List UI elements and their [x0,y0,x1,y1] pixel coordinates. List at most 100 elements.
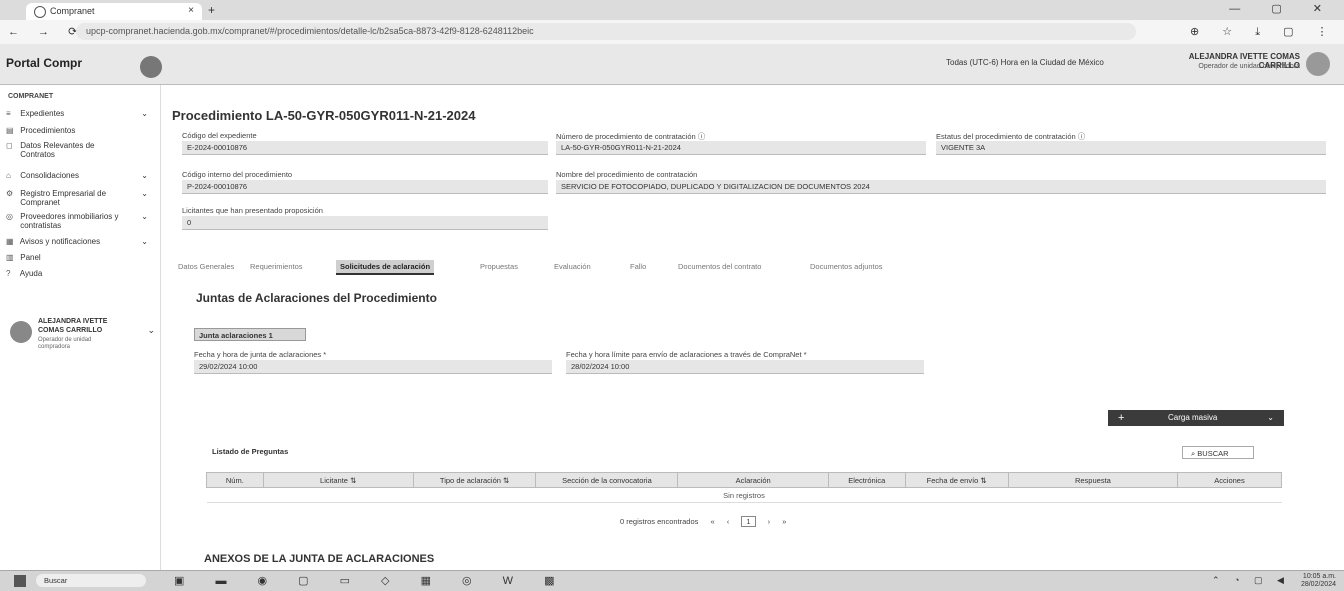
column-header-seccion: Sección de la convocatoria [535,472,679,488]
section-title: Juntas de Aclaraciones del Procedimiento [196,291,437,305]
sidebar-item-procedimientos[interactable]: ▤ Procedimientos [6,126,154,135]
page-title: Procedimiento LA-50-GYR-050GYR011-N-21-2… [172,108,476,123]
carga-masiva-button[interactable]: + Carga masiva ⌄ [1108,410,1284,426]
fecha-junta-label: Fecha y hora de junta de aclaraciones * [194,350,327,359]
clock-date: 28/02/2024 [1300,581,1336,588]
fecha-junta-field[interactable]: 29/02/2024 10:00 [194,360,552,374]
carga-masiva-label: Carga masiva [1168,413,1218,422]
dashboard-icon: ▥ [6,253,14,262]
subtab-junta-1[interactable]: Junta aclaraciones 1 [194,328,306,341]
sidebar-user-role: Operador de unidad compradora [38,337,92,350]
nombre-procedimiento-field[interactable]: SERVICIO DE FOTOCOPIADO, DUPLICADO Y DIG… [556,180,1326,194]
chevron-down-icon: ⌄ [141,237,148,246]
window-controls[interactable]: — ▢ ✕ [1229,2,1336,15]
sidebar-item-panel[interactable]: ▥ Panel [6,253,154,262]
browser-toolbar-icons[interactable]: ⊕ ☆ ⤓ ▢ ⋮ [1190,25,1338,39]
group-icon: ◎ [6,212,13,221]
questions-table: Núm. Licitante ⇅ Tipo de aclaración ⇅ Se… [206,472,1282,503]
nombre-procedimiento-label: Nombre del procedimiento de contratación [556,170,698,179]
sidebar-user-menu[interactable]: ALEJANDRA IVETTE COMAS CARRILLO Operador… [10,317,155,357]
logo-emblem-icon [140,56,162,78]
gear-icon: ⚙ [6,189,14,198]
close-tab-icon[interactable]: × [188,5,194,16]
tab-propuestas[interactable]: Propuestas [480,262,518,271]
expediente-label: Código del expediente [182,131,257,140]
sidebar-section-title: COMPRANET [8,93,54,100]
column-header-electronica: Electrónica [827,472,906,488]
navigation-buttons[interactable]: ← → ⟳ [8,25,85,38]
expediente-field[interactable]: E-2024-00010876 [182,141,548,155]
sidebar-item-datos-relevantes[interactable]: ◻ Datos Relevantes de Contratos [6,141,154,159]
sidebar-user-name: ALEJANDRA IVETTE COMAS CARRILLO [38,318,108,334]
taskbar-search[interactable]: Buscar [36,574,146,587]
sidebar-item-registro-empresarial[interactable]: ⚙ Registro Empresarial de Compranet ⌄ [6,189,154,207]
column-header-fecha[interactable]: Fecha de envío ⇅ [904,472,1009,488]
tab-requerimientos[interactable]: Requerimientos [250,262,303,271]
licitantes-field[interactable]: 0 [182,216,548,230]
sidebar-item-label: Avisos y notificaciones [19,237,101,246]
list-icon: ≡ [6,109,11,118]
tab-documentos-contrato[interactable]: Documentos del contrato [678,262,761,271]
fecha-limite-field[interactable]: 28/02/2024 10:00 [566,360,924,374]
address-bar-row: ← → ⟳ upcp-compranet.hacienda.gob.mx/com… [0,20,1344,45]
help-icon: ? [6,269,11,278]
sidebar-item-label: Panel [20,253,41,262]
system-tray-icons[interactable]: ⌃ ◔ ▢ ◀ [1212,575,1290,586]
prev-page-icon[interactable]: ‹ [727,517,730,526]
taskbar-app-icons[interactable]: ▣ ▬ ◉ ▢ ▭ ◇ ▦ ◎ W ▩ [174,574,569,587]
sidebar-item-consolidaciones[interactable]: ⌂ Consolidaciones ⌄ [6,171,154,180]
table-header-row: Núm. Licitante ⇅ Tipo de aclaración ⇅ Se… [206,472,1282,488]
paginator: 0 registros encontrados « ‹ 1 › » [620,516,786,527]
sidebar-item-label: Procedimientos [20,126,76,135]
sidebar-item-label: Ayuda [19,269,43,278]
empty-table-message: Sin registros [206,487,1282,503]
column-header-licitante[interactable]: Licitante ⇅ [262,472,414,488]
codigo-interno-label: Código interno del procedimiento [182,170,293,179]
column-header-aclaracion: Aclaración [677,472,829,488]
sidebar-item-label: Registro Empresarial de Compranet [20,189,107,207]
user-avatar[interactable] [1306,52,1330,76]
clock-time: 10:05 a.m. [1302,573,1336,580]
column-header-tipo[interactable]: Tipo de aclaración ⇅ [412,472,537,488]
site-favicon-icon [34,6,46,18]
tab-documentos-adjuntos[interactable]: Documentos adjuntos [810,262,883,271]
url-field[interactable]: upcp-compranet.hacienda.gob.mx/compranet… [76,23,1136,40]
building-icon: ⌂ [6,171,11,180]
codigo-interno-field[interactable]: P-2024-00010876 [182,180,548,194]
column-header-acciones: Acciones [1177,472,1282,488]
table-row: Sin registros [206,487,1282,503]
app-header: Portal Compr Todas (UTC-6) Hora en la Ci… [0,44,1344,85]
chevron-down-icon: ⌄ [141,212,148,221]
estatus-field[interactable]: VIGENTE 3A [936,141,1326,155]
first-page-icon[interactable]: « [710,517,714,526]
document-icon: ▤ [6,126,14,135]
portal-logo[interactable]: Portal Compr [6,56,82,70]
chevron-down-icon: ⌄ [141,171,148,180]
tab-evaluacion[interactable]: Evaluación [554,262,591,271]
tab-datos-generales[interactable]: Datos Generales [178,262,234,271]
numero-procedimiento-field[interactable]: LA-50-GYR-050GYR011-N-21-2024 [556,141,926,155]
next-page-icon[interactable]: › [768,517,771,526]
sidebar-item-expedientes[interactable]: ≡ Expedientes ⌄ [6,109,154,118]
new-tab-button[interactable]: + [208,3,215,17]
sidebar: COMPRANET ≡ Expedientes ⌄ ▤ Procedimient… [0,85,161,570]
tab-solicitudes-aclaracion[interactable]: Solicitudes de aclaración [336,260,435,275]
sidebar-item-proveedores[interactable]: ◎ Proveedores inmobiliarios y contratist… [6,212,154,230]
browser-tab-bar: Compranet × + — ▢ ✕ [0,0,1344,20]
sidebar-item-label: Datos Relevantes de Contratos [20,141,95,159]
sidebar-item-avisos[interactable]: ▦ Avisos y notificaciones ⌄ [6,237,154,246]
last-page-icon[interactable]: » [782,517,786,526]
chevron-down-icon: ⌄ [141,189,148,198]
tab-fallo[interactable]: Fallo [630,262,646,271]
clock[interactable]: 10:05 a.m. 28/02/2024 [1296,573,1336,589]
header-user-role: Operador de unidad compradora [1198,63,1300,70]
sidebar-item-ayuda[interactable]: ? Ayuda [6,269,154,278]
search-button[interactable]: ⌕ BUSCAR [1182,446,1254,459]
browser-tab[interactable]: Compranet × [26,3,202,20]
sidebar-item-label: Expedientes [20,109,65,118]
chevron-down-icon: ⌄ [141,109,148,118]
column-header-num[interactable]: Núm. [206,472,264,488]
current-page[interactable]: 1 [741,516,756,527]
windows-start-icon[interactable] [14,575,26,587]
fecha-limite-label: Fecha y hora límite para envío de aclara… [566,350,807,359]
